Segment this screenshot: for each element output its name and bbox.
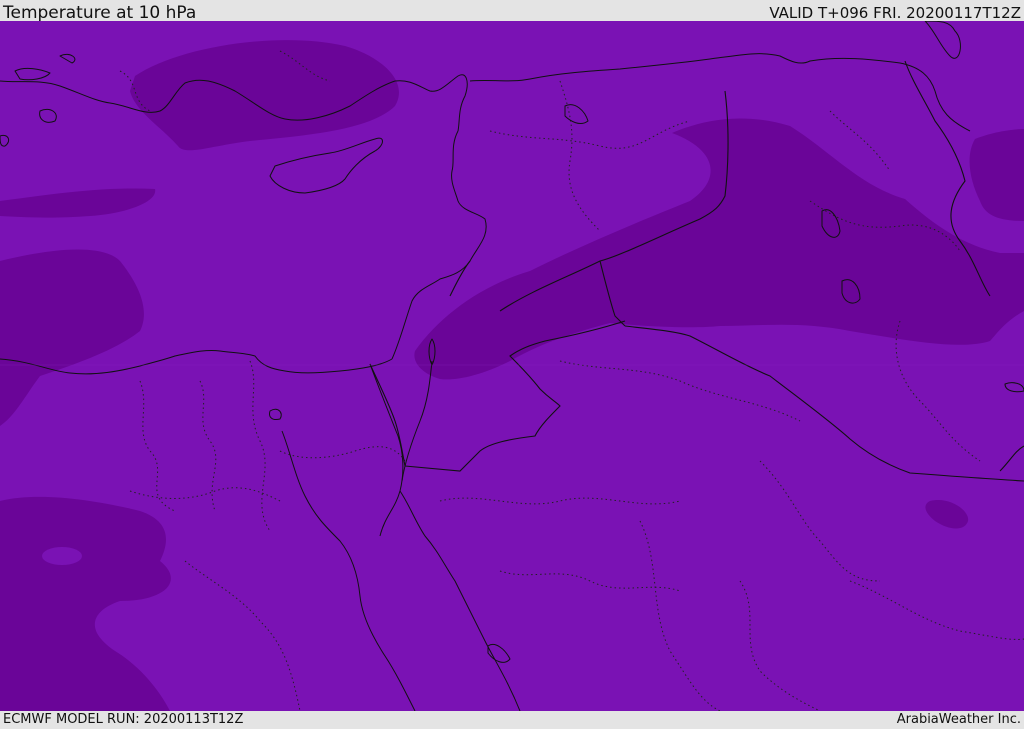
brand-credit: ArabiaWeather Inc. (896, 712, 1021, 727)
temperature-base-field (0, 21, 1024, 711)
footer-bar: ECMWF MODEL RUN: 20200113T12Z ArabiaWeat… (0, 711, 1024, 729)
model-run-label: ECMWF MODEL RUN: 20200113T12Z (3, 712, 244, 727)
warm-pocket-egypt (42, 547, 82, 565)
forecast-map[interactable] (0, 21, 1024, 711)
map-canvas (0, 21, 1024, 711)
header-bar: Temperature at 10 hPa VALID T+096 FRI. 2… (0, 0, 1024, 23)
